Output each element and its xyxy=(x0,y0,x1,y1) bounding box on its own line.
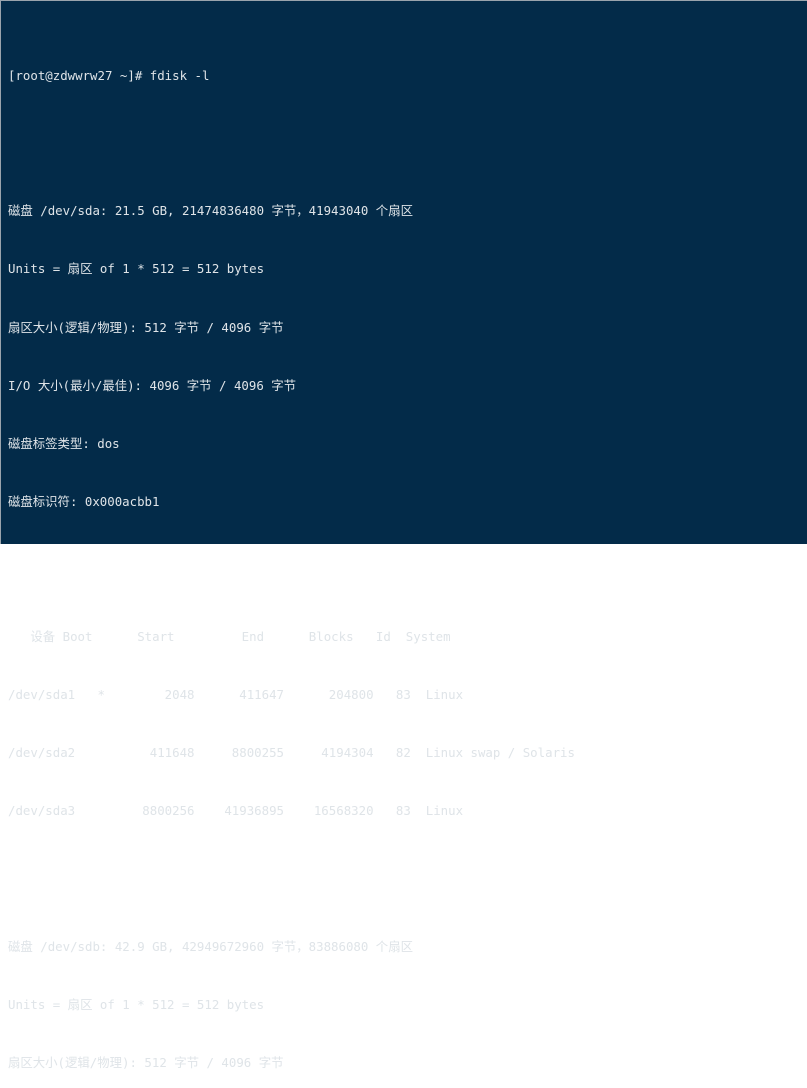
terminal-window[interactable]: [root@zdwwrw27 ~]# fdisk -l 磁盘 /dev/sda:… xyxy=(0,0,807,1070)
table-row: /dev/sda1 * 2048 411647 204800 83 Linux xyxy=(8,687,464,703)
disk-sda-io-size-line: I/O 大小(最小/最佳): 4096 字节 / 4096 字节 xyxy=(8,377,297,393)
disk-sda-units-line: Units = 扇区 of 1 * 512 = 512 bytes xyxy=(8,261,265,277)
disk-sda-table-header: 设备 Boot Start End Blocks Id System xyxy=(8,629,451,644)
table-row: /dev/sda3 8800256 41936895 16568320 83 L… xyxy=(8,803,464,819)
table-row: /dev/sda2 411648 8800255 4194304 82 Linu… xyxy=(8,745,575,761)
disk-sdb-units-line: Units = 扇区 of 1 * 512 = 512 bytes xyxy=(8,996,265,1012)
disk-sda-identifier-line: 磁盘标识符: 0x000acbb1 xyxy=(8,493,160,509)
disk-sdb-header-line: 磁盘 /dev/sdb: 42.9 GB, 42949672960 字节，838… xyxy=(8,938,413,954)
disk-sdb-sector-size-line: 扇区大小(逻辑/物理): 512 字节 / 4096 字节 xyxy=(8,1054,284,1070)
disk-sda-sector-size-line: 扇区大小(逻辑/物理): 512 字节 / 4096 字节 xyxy=(8,319,284,335)
disk-sda-label-type-line: 磁盘标签类型: dos xyxy=(8,435,120,451)
command-prompt-line: [root@zdwwrw27 ~]# fdisk -l xyxy=(8,68,210,84)
disk-sda-header-line: 磁盘 /dev/sda: 21.5 GB, 21474836480 字节，419… xyxy=(8,203,413,219)
